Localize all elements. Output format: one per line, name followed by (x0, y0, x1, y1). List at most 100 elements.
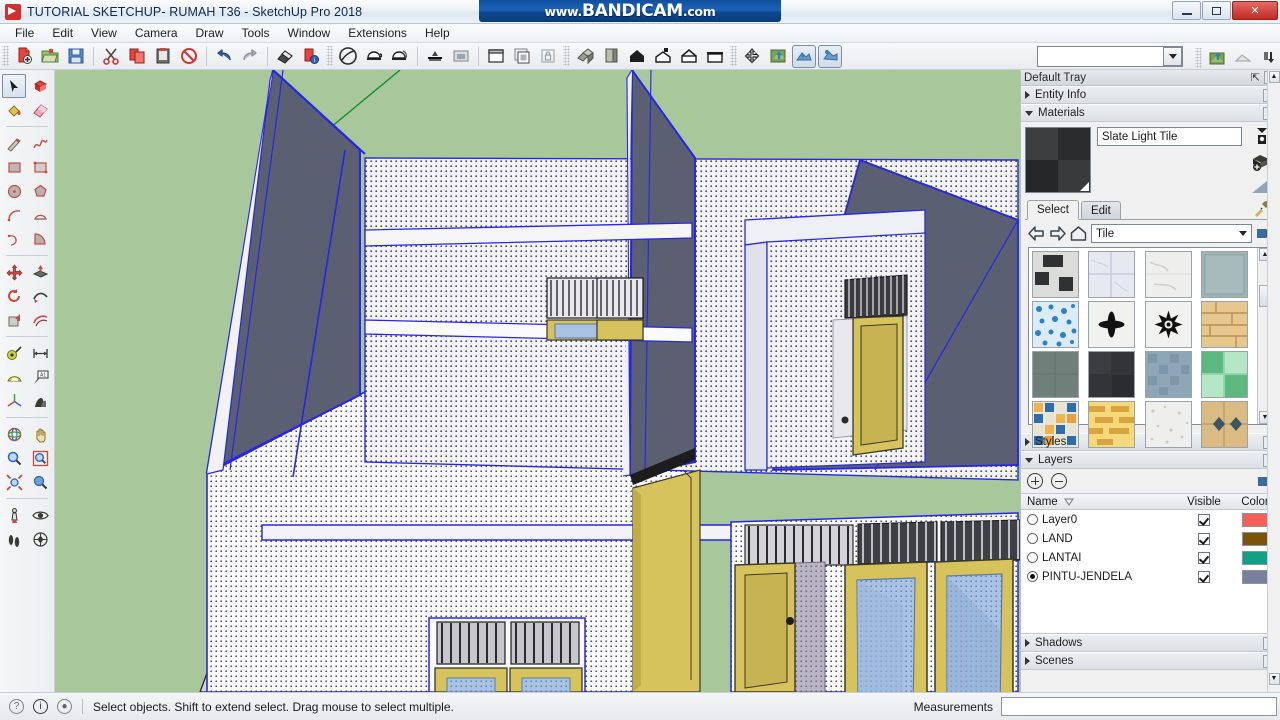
rectangle-tool[interactable] (2, 155, 26, 179)
menu-item-view[interactable]: View (82, 24, 126, 42)
walkthrough-button[interactable] (740, 45, 764, 68)
layer-color-swatch[interactable] (1242, 512, 1268, 527)
swatch-tile-blue-grey[interactable] (1144, 351, 1192, 398)
table-row[interactable]: Layer0 (1021, 510, 1280, 529)
redo-button[interactable] (238, 45, 262, 68)
front-view-button[interactable] (625, 45, 649, 68)
zoom-window-tool[interactable] (28, 446, 52, 470)
toolbar-grip[interactable] (2, 46, 9, 66)
open-document-button[interactable] (38, 45, 62, 68)
menu-item-edit[interactable]: Edit (43, 24, 82, 42)
add-location-button[interactable] (766, 45, 790, 68)
person-icon[interactable]: ● (57, 699, 72, 714)
circle-tool[interactable] (2, 179, 26, 203)
toolbar-grip[interactable] (730, 46, 737, 66)
table-row[interactable]: LANTAI (1021, 548, 1280, 567)
swatch-medallion-star[interactable] (1144, 301, 1192, 348)
fog-button[interactable] (388, 45, 412, 68)
terrain-icon-button[interactable] (1231, 46, 1255, 69)
swatch-checker-slate[interactable] (1032, 251, 1079, 298)
offset-tool[interactable] (28, 308, 52, 332)
scale-tool[interactable] (2, 308, 26, 332)
menu-item-tools[interactable]: Tools (233, 24, 279, 42)
measurements-input[interactable] (1001, 697, 1277, 716)
swatch-slate-grey-green[interactable] (1032, 351, 1079, 398)
toolbar-grip[interactable] (1195, 47, 1202, 68)
section-plane-tool[interactable] (28, 527, 52, 551)
save-document-button[interactable] (64, 45, 88, 68)
walk-feet-tool[interactable] (2, 527, 26, 551)
table-row[interactable]: PINTU-JENDELA (1021, 567, 1280, 586)
column-header-visible[interactable]: Visible (1178, 496, 1230, 508)
display-section-cuts-button[interactable] (449, 45, 473, 68)
swatch-marble-carrara[interactable] (1144, 251, 1192, 298)
text-label-tool[interactable]: A1 (28, 365, 52, 389)
photo-textures-button[interactable] (818, 44, 842, 68)
add-location-right-button[interactable] (1205, 46, 1229, 69)
search-combobox[interactable] (1037, 46, 1183, 67)
orbit-tool[interactable] (2, 422, 26, 446)
home-icon[interactable] (1070, 226, 1087, 241)
info-circle-icon[interactable]: i (33, 699, 48, 714)
section-materials[interactable]: Materials ✕ (1021, 104, 1280, 122)
pie-tool[interactable] (28, 227, 52, 251)
tab-edit[interactable]: Edit (1080, 201, 1121, 219)
restore-button[interactable] (1202, 1, 1231, 20)
paint-bucket-tool[interactable] (2, 98, 26, 122)
zoom-tool[interactable] (2, 446, 26, 470)
eraser-tool-button[interactable] (273, 45, 297, 68)
undo-button[interactable] (212, 45, 236, 68)
follow-me-tool[interactable] (28, 284, 52, 308)
section-layers[interactable]: Layers ✕ (1021, 451, 1280, 469)
layer-active-radio[interactable] (1027, 533, 1038, 544)
left-view-button[interactable] (703, 45, 727, 68)
copy-page-button[interactable] (510, 45, 534, 68)
swatch-brick-yellow[interactable] (1088, 401, 1136, 448)
add-layer-button[interactable] (1027, 473, 1043, 489)
move-tool[interactable] (2, 260, 26, 284)
back-view-button[interactable] (677, 45, 701, 68)
swatch-slate-dark[interactable] (1088, 351, 1136, 398)
layer-visible-checkbox[interactable] (1198, 570, 1210, 583)
rotated-rectangle-tool[interactable] (28, 155, 52, 179)
swatch-diamond-tan[interactable] (1200, 401, 1248, 448)
shadow-settings-button[interactable] (336, 45, 360, 68)
zoom-extents-tool[interactable] (2, 470, 26, 494)
make-component-tool[interactable] (28, 74, 52, 98)
current-material-thumbnail[interactable] (1025, 127, 1091, 193)
close-button[interactable]: ✕ (1232, 1, 1278, 20)
protractor-tool[interactable] (2, 365, 26, 389)
arc-tool[interactable] (2, 203, 26, 227)
menu-item-file[interactable]: File (6, 24, 43, 42)
tray-scroll-up-icon[interactable]: ▲ (1268, 71, 1280, 83)
back-arrow-icon[interactable] (1028, 226, 1045, 241)
cut-button[interactable] (99, 45, 123, 68)
previous-view-tool[interactable] (28, 470, 52, 494)
layer-active-radio[interactable] (1027, 514, 1038, 525)
model-viewport[interactable] (55, 70, 1020, 692)
line-tool[interactable] (2, 131, 26, 155)
swatch-marble-white[interactable] (1088, 251, 1136, 298)
material-category-dropdown[interactable]: Tile (1091, 224, 1252, 243)
layer-active-radio[interactable] (1027, 571, 1038, 582)
menu-item-help[interactable]: Help (416, 24, 459, 42)
menu-item-extensions[interactable]: Extensions (339, 24, 416, 42)
display-shadows-button[interactable] (362, 45, 386, 68)
new-document-button[interactable] (12, 45, 36, 68)
freehand-tool[interactable] (28, 131, 52, 155)
rotate-tool[interactable] (2, 284, 26, 308)
eraser-tool[interactable] (28, 98, 52, 122)
layer-visible-checkbox[interactable] (1198, 551, 1210, 564)
swatch-medallion-fleur[interactable] (1088, 301, 1136, 348)
polygon-tool[interactable] (28, 179, 52, 203)
top-view-button[interactable] (599, 45, 623, 68)
lock-page-button[interactable] (536, 45, 560, 68)
layer-color-swatch[interactable] (1242, 569, 1268, 584)
two-point-arc-tool[interactable] (28, 203, 52, 227)
tape-measure-tool[interactable] (2, 341, 26, 365)
iso-view-button[interactable] (573, 45, 597, 68)
tray-scrollbar[interactable]: ▲ ▼ (1267, 70, 1280, 692)
toolbar-grip[interactable] (326, 46, 333, 66)
three-point-arc-tool[interactable] (2, 227, 26, 251)
swatch-sandstone-tile[interactable] (1200, 301, 1248, 348)
